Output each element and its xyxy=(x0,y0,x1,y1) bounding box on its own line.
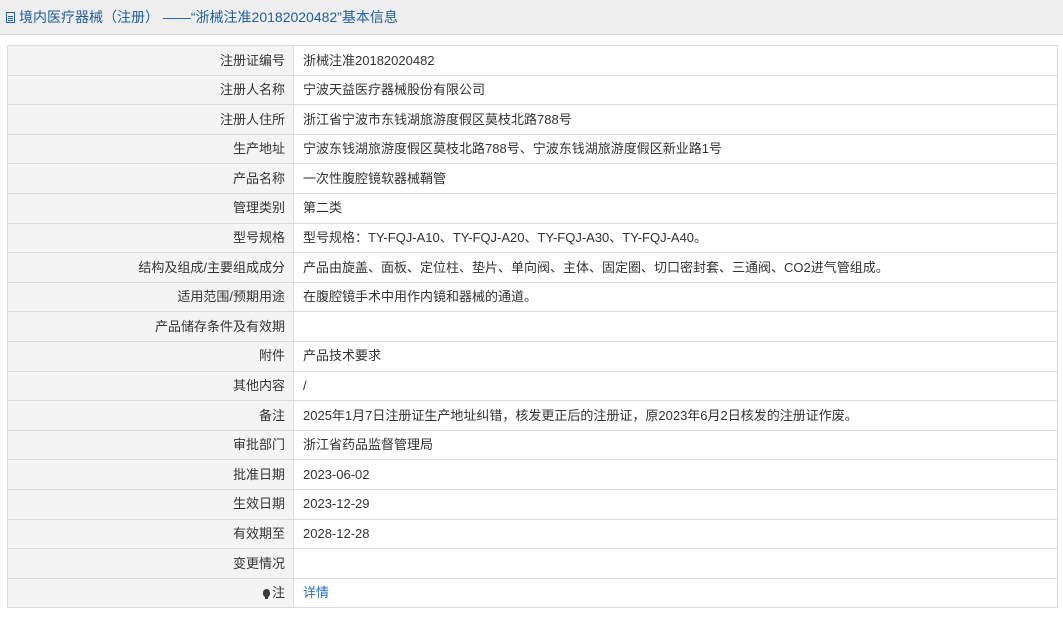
row-value: 在腹腔镜手术中用作内镜和器械的通道。 xyxy=(293,281,1058,313)
row-value: / xyxy=(293,370,1058,402)
row-label: 注册证编号 xyxy=(7,45,294,76)
info-table: 注册证编号 浙械注准20182020482 注册人名称 宁波天益医疗器械股份有限… xyxy=(7,45,1058,609)
table-row: 备注 2025年1月7日注册证生产地址纠错，核发更正后的注册证，原2023年6月… xyxy=(7,400,1058,431)
row-label: 注册人住所 xyxy=(7,104,294,135)
table-row: 注册证编号 浙械注准20182020482 xyxy=(7,45,1058,76)
row-label: 适用范围/预期用途 xyxy=(7,281,294,313)
row-label: 附件 xyxy=(7,340,294,372)
table-row: 审批部门 浙江省药品监督管理局 xyxy=(7,429,1058,461)
row-label: 批准日期 xyxy=(7,459,294,490)
row-label: 型号规格 xyxy=(7,222,294,254)
table-row: 生效日期 2023-12-29 xyxy=(7,488,1058,520)
table-row: 适用范围/预期用途 在腹腔镜手术中用作内镜和器械的通道。 xyxy=(7,281,1058,313)
row-label: 生效日期 xyxy=(7,488,294,520)
row-label: 审批部门 xyxy=(7,429,294,461)
note-label: 注 xyxy=(271,585,285,601)
row-value: 型号规格：TY-FQJ-A10、TY-FQJ-A20、TY-FQJ-A30、TY… xyxy=(293,222,1058,254)
table-row: 型号规格 型号规格：TY-FQJ-A10、TY-FQJ-A20、TY-FQJ-A… xyxy=(7,222,1058,254)
table-row: 注册人名称 宁波天益医疗器械股份有限公司 xyxy=(7,74,1058,106)
note-value-cell: 详情 xyxy=(293,577,1058,609)
row-value: 宁波东钱湖旅游度假区莫枝北路788号、宁波东钱湖旅游度假区新业路1号 xyxy=(293,133,1058,165)
row-value: 宁波天益医疗器械股份有限公司 xyxy=(293,74,1058,106)
row-value: 2023-06-02 xyxy=(293,459,1058,490)
table-row: 批准日期 2023-06-02 xyxy=(7,459,1058,490)
table-row: 管理类别 第二类 xyxy=(7,192,1058,224)
row-label: 其他内容 xyxy=(7,370,294,402)
row-value: 产品技术要求 xyxy=(293,340,1058,372)
row-value: 一次性腹腔镜软器械鞘管 xyxy=(293,163,1058,194)
table-row: 产品储存条件及有效期 xyxy=(7,311,1058,342)
row-label: 变更情况 xyxy=(7,548,294,579)
row-value: 产品由旋盖、面板、定位柱、垫片、单向阀、主体、固定圈、切口密封套、三通阀、CO2… xyxy=(293,252,1058,283)
table-row: 变更情况 xyxy=(7,548,1058,579)
row-label: 备注 xyxy=(7,400,294,431)
table-row: 有效期至 2028-12-28 xyxy=(7,518,1058,550)
page-title-bar: 境内医疗器械（注册） ——“浙械注准20182020482”基本信息 xyxy=(0,0,1063,35)
details-link[interactable]: 详情 xyxy=(303,585,329,600)
row-label: 管理类别 xyxy=(7,192,294,224)
page-title: 境内医疗器械（注册） ——“浙械注准20182020482”基本信息 xyxy=(19,9,398,25)
document-icon xyxy=(6,11,15,23)
table-row: 注册人住所 浙江省宁波市东钱湖旅游度假区莫枝北路788号 xyxy=(7,104,1058,135)
note-label-cell: 注 xyxy=(7,577,294,609)
table-row: 其他内容 / xyxy=(7,370,1058,402)
row-value: 浙江省药品监督管理局 xyxy=(293,429,1058,461)
row-value xyxy=(293,548,1058,579)
row-label: 有效期至 xyxy=(7,518,294,550)
table-row: 结构及组成/主要组成成分 产品由旋盖、面板、定位柱、垫片、单向阀、主体、固定圈、… xyxy=(7,252,1058,283)
note-row: 注 详情 xyxy=(7,577,1058,609)
table-row: 生产地址 宁波东钱湖旅游度假区莫枝北路788号、宁波东钱湖旅游度假区新业路1号 xyxy=(7,133,1058,165)
row-value: 第二类 xyxy=(293,192,1058,224)
row-label: 产品储存条件及有效期 xyxy=(7,311,294,342)
row-value: 浙江省宁波市东钱湖旅游度假区莫枝北路788号 xyxy=(293,104,1058,135)
table-row: 附件 产品技术要求 xyxy=(7,340,1058,372)
row-value: 2023-12-29 xyxy=(293,488,1058,520)
lightbulb-icon xyxy=(262,589,270,600)
row-label: 注册人名称 xyxy=(7,74,294,106)
row-value: 浙械注准20182020482 xyxy=(293,45,1058,76)
row-value xyxy=(293,311,1058,342)
row-value: 2028-12-28 xyxy=(293,518,1058,550)
row-label: 结构及组成/主要组成成分 xyxy=(7,252,294,283)
table-row: 产品名称 一次性腹腔镜软器械鞘管 xyxy=(7,163,1058,194)
row-label: 生产地址 xyxy=(7,133,294,165)
row-value: 2025年1月7日注册证生产地址纠错，核发更正后的注册证，原2023年6月2日核… xyxy=(293,400,1058,431)
row-label: 产品名称 xyxy=(7,163,294,194)
